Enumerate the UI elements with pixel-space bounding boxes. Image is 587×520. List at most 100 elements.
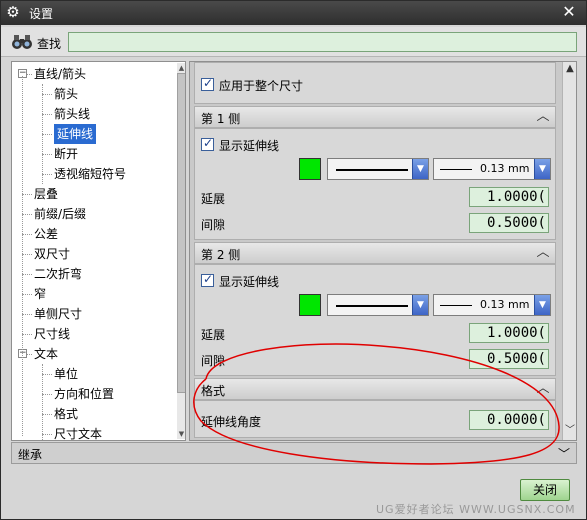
search-input[interactable] bbox=[68, 32, 577, 52]
side1-group: ✓ 显示延伸线 ▼ 0.13 mm ▼ 延展 1.0000( 间隙 0.5000… bbox=[194, 128, 556, 240]
tree-item[interactable]: 格式 bbox=[54, 404, 78, 424]
side1-gap-label: 间隙 bbox=[201, 218, 226, 232]
close-button[interactable]: 关闭 bbox=[520, 479, 570, 501]
chevron-down-icon[interactable]: ▼ bbox=[534, 295, 550, 315]
chevron-down-icon[interactable]: ▼ bbox=[412, 159, 428, 179]
scroll-thumb[interactable] bbox=[177, 73, 185, 393]
tree-connector bbox=[42, 154, 52, 155]
tree-item[interactable]: 二次折弯 bbox=[34, 264, 82, 284]
side2-header[interactable]: 第 2 侧 ︿ bbox=[194, 242, 556, 264]
scroll-down-icon[interactable]: ▼ bbox=[177, 429, 185, 439]
side2-width-select[interactable]: 0.13 mm ▼ bbox=[433, 294, 551, 316]
tree-item[interactable]: 透视缩短符号 bbox=[54, 164, 126, 184]
solid-line-icon bbox=[336, 169, 408, 171]
chevron-up-icon[interactable]: ︿ bbox=[535, 244, 551, 262]
tree-item[interactable]: 尺寸文本 bbox=[54, 424, 102, 440]
tree-item[interactable]: 文本 bbox=[34, 344, 58, 364]
inherit-label: 继承 bbox=[18, 448, 43, 462]
side1-linetype-select[interactable]: ▼ bbox=[327, 158, 429, 180]
side2-color-swatch[interactable] bbox=[299, 294, 321, 316]
side2-title: 第 2 侧 bbox=[201, 248, 241, 262]
watermark: UG爱好者论坛 WWW.UGSNX.COM bbox=[376, 503, 576, 516]
tree-connector bbox=[22, 314, 32, 315]
side2-extend-field[interactable]: 1.0000( bbox=[469, 323, 549, 343]
tree-connector bbox=[22, 294, 32, 295]
apply-whole-checkbox[interactable]: ✓ bbox=[201, 76, 214, 91]
tree-connector bbox=[42, 114, 52, 115]
format-title: 格式 bbox=[201, 384, 226, 398]
tree-connector bbox=[42, 84, 43, 184]
side1-width-select[interactable]: 0.13 mm ▼ bbox=[433, 158, 551, 180]
category-tree: − 直线/箭头 箭头 箭头线 延伸线 断开 透视缩短符号 层叠 前缀/后缀 公差 双尺寸 二次折弯窄单… bbox=[11, 61, 186, 441]
tree-item[interactable]: 断开 bbox=[54, 144, 78, 164]
settings-dialog: ⚙ 设置 ✕ 查找 − 直线/箭头 箭头 箭头线 延伸线 断开 透视缩短符号 层叠 前缀/后缀公… bbox=[0, 0, 587, 520]
tree-connector bbox=[42, 374, 52, 375]
search-row: 查找 bbox=[1, 27, 586, 57]
inherit-section[interactable]: 继承 ﹀ bbox=[11, 442, 577, 464]
tree-connector bbox=[22, 334, 32, 335]
scroll-up-icon[interactable]: ▲ bbox=[177, 63, 185, 73]
scroll-down-icon[interactable]: ﹀ bbox=[563, 424, 576, 438]
side1-show-label: 显示延伸线 bbox=[219, 139, 280, 153]
close-icon[interactable]: ✕ bbox=[560, 3, 578, 21]
side1-color-swatch[interactable] bbox=[299, 158, 321, 180]
chevron-down-icon[interactable]: ﹀ bbox=[558, 445, 570, 462]
scroll-up-icon[interactable]: ▲ bbox=[563, 62, 576, 76]
ext-angle-field[interactable]: 0.0000( bbox=[469, 410, 549, 430]
panel-scrollbar[interactable]: ▲ ﹀ bbox=[562, 62, 576, 440]
tree-item[interactable]: 前缀/后缀 bbox=[34, 204, 86, 224]
tree-connector bbox=[22, 254, 32, 255]
tree-connector bbox=[42, 174, 52, 175]
side2-linetype-select[interactable]: ▼ bbox=[327, 294, 429, 316]
side2-show-checkbox[interactable]: ✓ bbox=[201, 272, 214, 287]
side1-show-checkbox[interactable]: ✓ bbox=[201, 136, 214, 151]
tree-item[interactable]: 双尺寸 bbox=[34, 244, 70, 264]
side1-extend-field[interactable]: 1.0000( bbox=[469, 187, 549, 207]
format-header[interactable]: 格式 ︿ bbox=[194, 378, 556, 400]
thin-line-icon bbox=[440, 169, 472, 170]
side2-gap-field[interactable]: 0.5000( bbox=[469, 349, 549, 369]
tree-item[interactable]: 箭头线 bbox=[54, 104, 90, 124]
chevron-down-icon[interactable]: ▼ bbox=[534, 159, 550, 179]
side2-group: ✓ 显示延伸线 ▼ 0.13 mm ▼ 延展 1.0000( 间隙 0.5000… bbox=[194, 264, 556, 376]
apply-group: ✓ 应用于整个尺寸 bbox=[194, 62, 556, 104]
format-group: 延伸线角度 0.0000( bbox=[194, 400, 556, 438]
gear-icon: ⚙ bbox=[6, 3, 20, 21]
window-title: 设置 bbox=[29, 7, 54, 21]
tree-connector bbox=[22, 194, 32, 195]
tree-item[interactable]: 直线/箭头 bbox=[34, 64, 86, 84]
chevron-up-icon[interactable]: ︿ bbox=[535, 380, 551, 398]
tree-item[interactable]: 方向和位置 bbox=[54, 384, 114, 404]
settings-panel: ✓ 应用于整个尺寸 第 1 侧 ︿ ✓ 显示延伸线 ▼ 0.13 mm ▼ 延展… bbox=[189, 61, 577, 441]
tree-connector bbox=[22, 76, 23, 436]
tree-connector bbox=[42, 94, 52, 95]
chevron-down-icon[interactable]: ▼ bbox=[412, 295, 428, 315]
side1-width-text: 0.13 mm bbox=[480, 162, 530, 175]
tree-connector bbox=[22, 274, 32, 275]
tree-connector bbox=[22, 214, 32, 215]
tree-item[interactable]: 层叠 bbox=[34, 184, 58, 204]
check-icon: ✓ bbox=[203, 272, 214, 286]
tree-item[interactable]: 公差 bbox=[34, 224, 58, 244]
apply-whole-label: 应用于整个尺寸 bbox=[219, 79, 304, 93]
tree-connector bbox=[42, 434, 52, 435]
side2-show-label: 显示延伸线 bbox=[219, 275, 280, 289]
tree-connector bbox=[22, 234, 32, 235]
side1-header[interactable]: 第 1 侧 ︿ bbox=[194, 106, 556, 128]
binoculars-icon bbox=[12, 35, 32, 49]
thin-line-icon bbox=[440, 305, 472, 306]
tree-item[interactable]: 窄 bbox=[34, 284, 46, 304]
tree-connector bbox=[42, 394, 52, 395]
side2-width-text: 0.13 mm bbox=[480, 298, 530, 311]
tree-item[interactable]: 尺寸线 bbox=[34, 324, 70, 344]
chevron-up-icon[interactable]: ︿ bbox=[535, 108, 551, 126]
solid-line-icon bbox=[336, 305, 408, 307]
check-icon: ✓ bbox=[203, 136, 214, 150]
tree-item[interactable]: 箭头 bbox=[54, 84, 78, 104]
tree-scrollbar[interactable]: ▲ ▼ bbox=[177, 63, 185, 439]
tree-item[interactable]: 单侧尺寸 bbox=[34, 304, 82, 324]
tree-item[interactable]: 延伸线 bbox=[54, 124, 97, 144]
side1-gap-field[interactable]: 0.5000( bbox=[469, 213, 549, 233]
tree-connector bbox=[42, 364, 43, 440]
tree-item[interactable]: 单位 bbox=[54, 364, 78, 384]
